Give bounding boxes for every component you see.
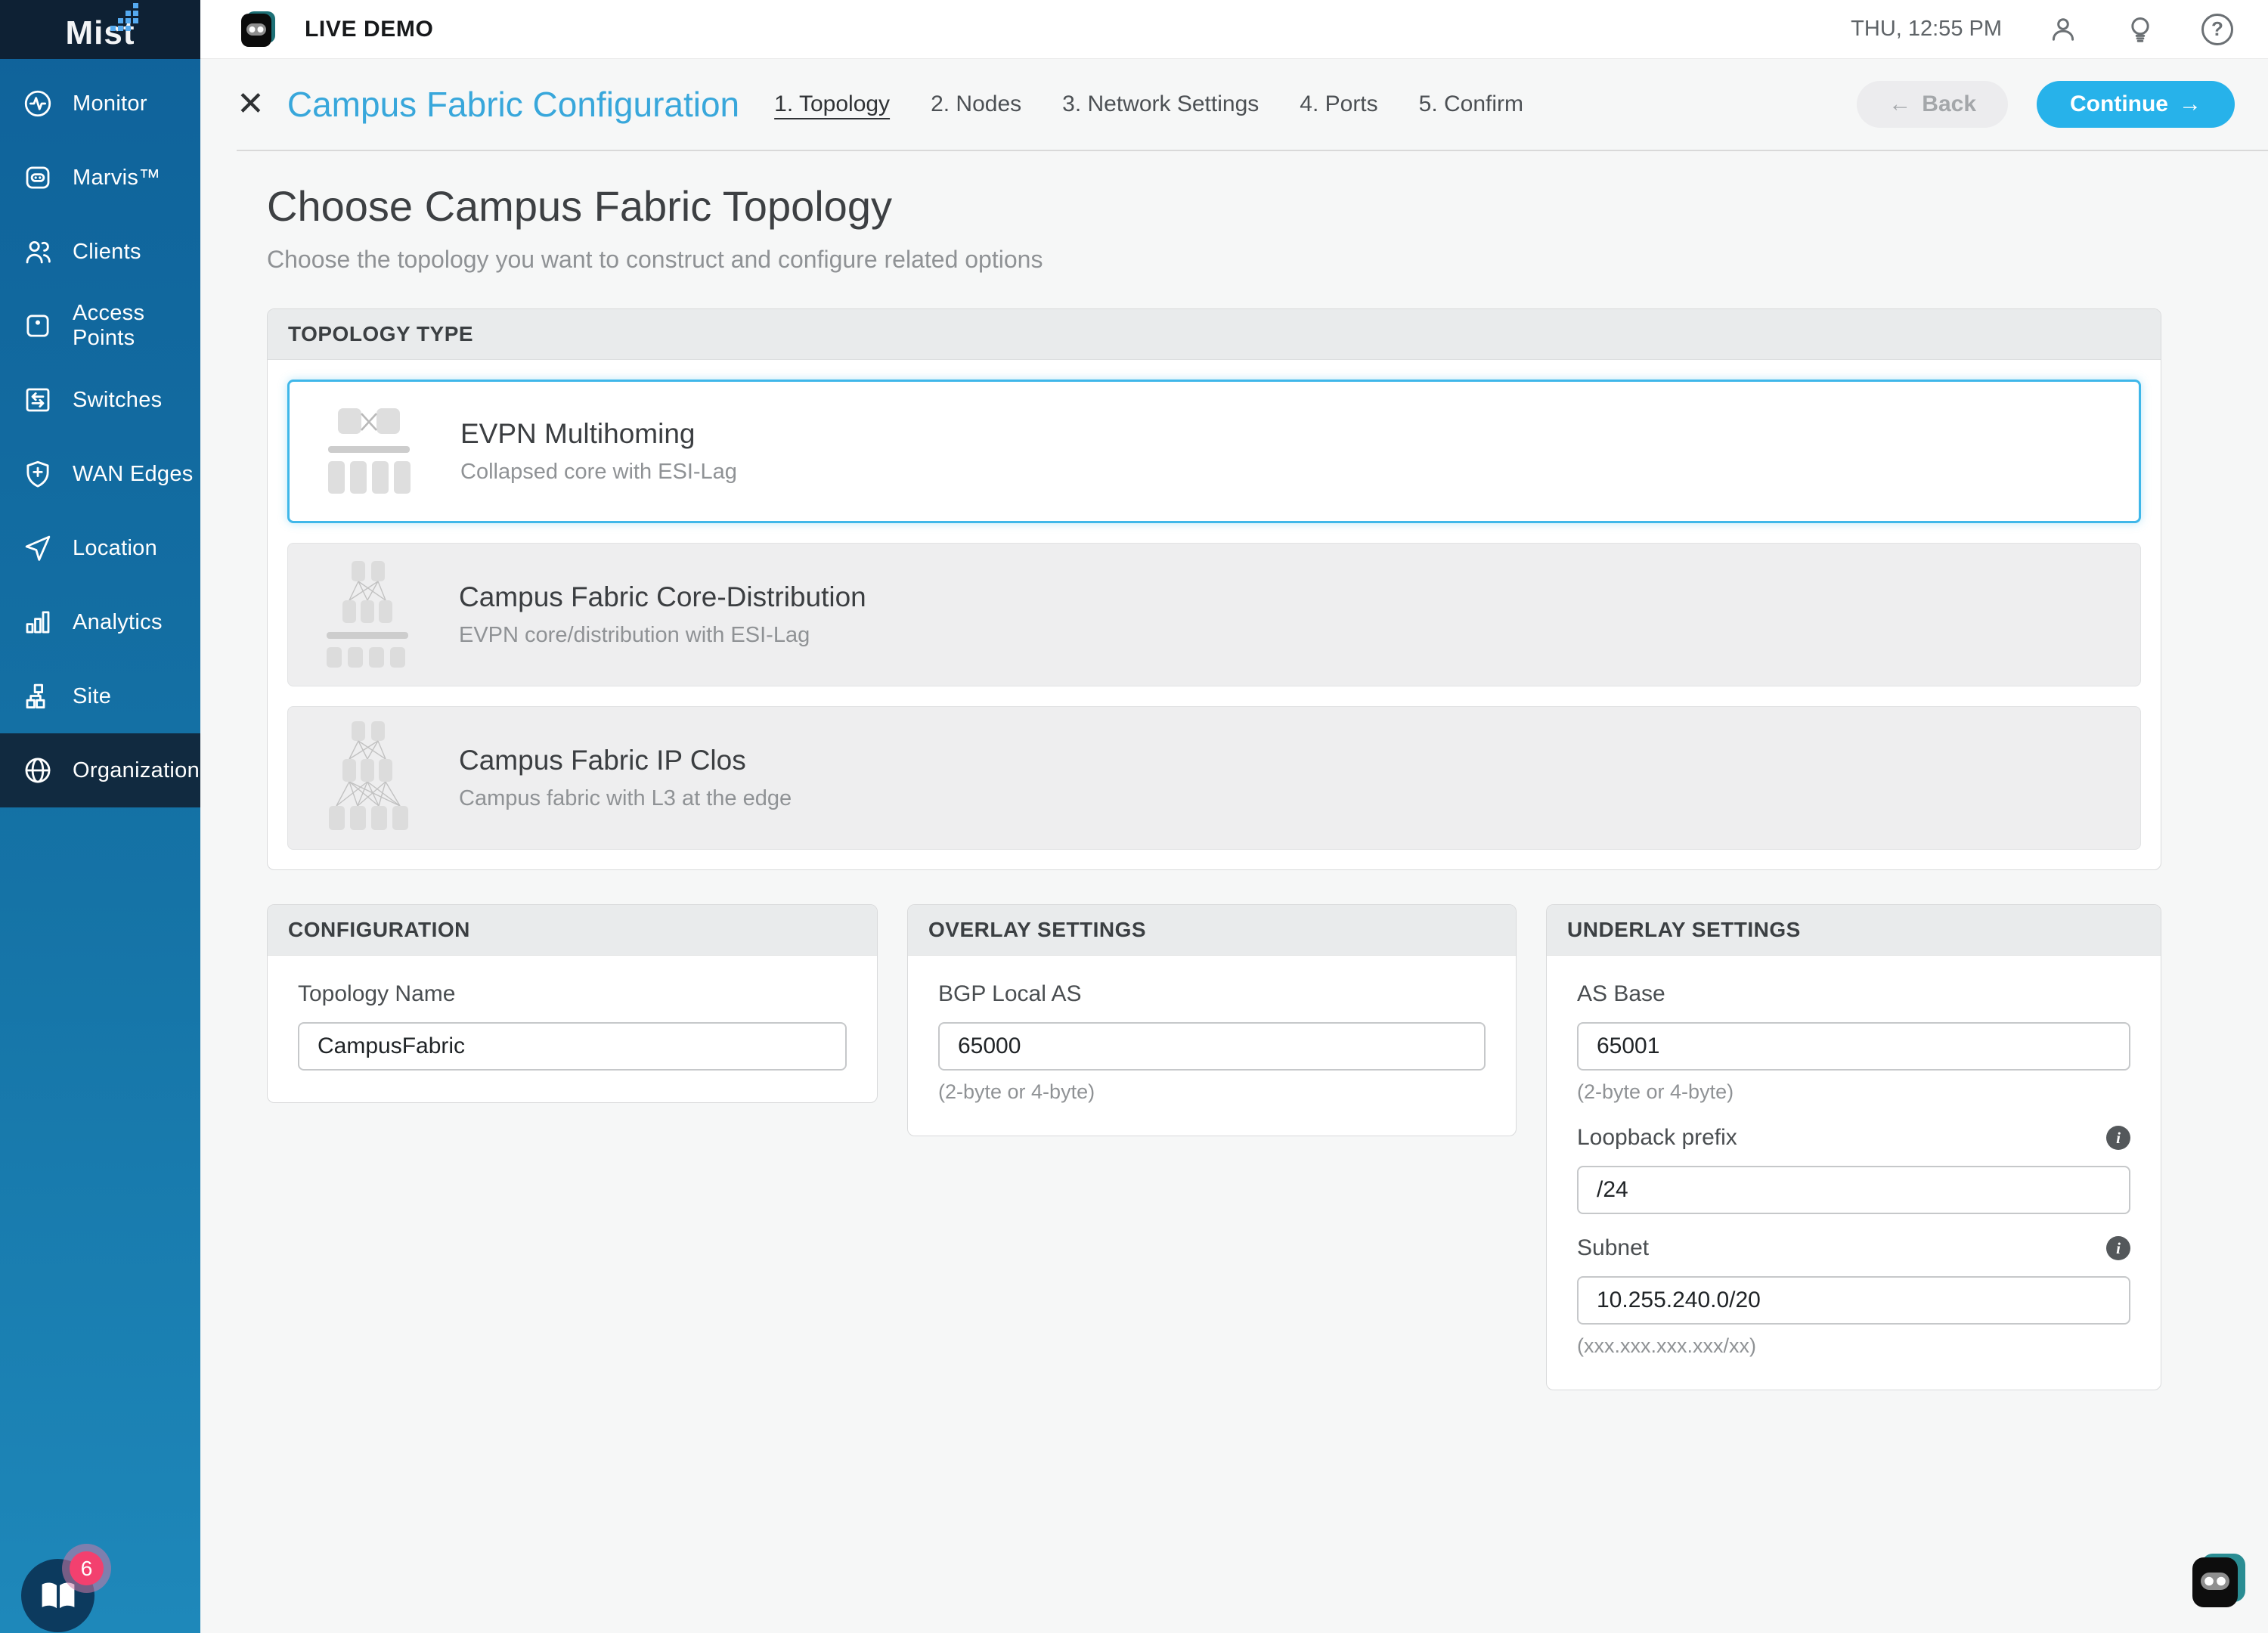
sidebar-item-analytics[interactable]: Analytics	[0, 585, 200, 659]
close-icon[interactable]: ✕	[237, 88, 265, 121]
loopback-prefix-input[interactable]	[1577, 1166, 2130, 1214]
notification-badge: 6	[70, 1551, 104, 1585]
clients-icon	[21, 235, 54, 268]
topbar: LIVE DEMO THU, 12:55 PM ?	[200, 0, 2268, 59]
marvis-icon	[21, 161, 54, 194]
settings-panels: CONFIGURATION Topology Name OVERLAY SETT…	[267, 904, 2161, 1390]
step-network-settings[interactable]: 3. Network Settings	[1062, 91, 1259, 117]
mist-logo-pixels-icon	[110, 3, 144, 33]
overlay-settings-header: OVERLAY SETTINGS	[908, 905, 1516, 956]
sidebar-item-monitor[interactable]: Monitor	[0, 67, 200, 141]
core-distribution-icon	[321, 561, 414, 668]
sidebar: Mist Monitor Marvis™ C	[0, 0, 200, 1633]
topology-option-subtitle: Collapsed core with ESI-Lag	[460, 460, 737, 485]
topology-option-core-distribution[interactable]: Campus Fabric Core-Distribution EVPN cor…	[287, 543, 2141, 686]
location-icon	[21, 531, 54, 565]
topology-type-panel: TOPOLOGY TYPE	[267, 308, 2161, 870]
person-icon	[2047, 14, 2079, 45]
mist-logo[interactable]: Mist	[0, 0, 200, 59]
help-button[interactable]: ?	[2201, 14, 2233, 45]
step-topology[interactable]: 1. Topology	[774, 91, 890, 117]
wizard-steps: 1. Topology 2. Nodes 3. Network Settings…	[774, 91, 1523, 117]
topology-option-title: Campus Fabric IP Clos	[459, 745, 792, 776]
underlay-settings-header: UNDERLAY SETTINGS	[1547, 905, 2161, 956]
documentation-fab[interactable]: 6	[21, 1559, 94, 1632]
topology-option-evpn-multihoming[interactable]: EVPN Multihoming Collapsed core with ESI…	[287, 380, 2141, 523]
wizard-content: Choose Campus Fabric Topology Choose the…	[200, 151, 2161, 1390]
lightbulb-icon	[2124, 14, 2156, 45]
loopback-prefix-info-icon[interactable]: i	[2106, 1126, 2130, 1150]
step-confirm[interactable]: 5. Confirm	[1419, 91, 1523, 117]
page-subtitle: Choose the topology you want to construc…	[267, 246, 2161, 274]
subnet-info-icon[interactable]: i	[2106, 1236, 2130, 1260]
help-icon: ?	[2201, 14, 2233, 45]
sidebar-nav: Monitor Marvis™ Clients Access Points Sw…	[0, 59, 200, 807]
clock: THU, 12:55 PM	[1851, 17, 2002, 42]
ip-clos-icon	[321, 721, 414, 835]
organization-icon	[21, 754, 54, 787]
topology-type-header: TOPOLOGY TYPE	[268, 309, 2161, 360]
topology-option-subtitle: EVPN core/distribution with ESI-Lag	[459, 623, 866, 648]
configuration-panel: CONFIGURATION Topology Name	[267, 904, 878, 1103]
continue-button[interactable]: Continue →	[2037, 81, 2235, 128]
bgp-local-as-input[interactable]	[938, 1022, 1486, 1071]
page-title: Choose Campus Fabric Topology	[267, 181, 2161, 231]
marvis-bot-icon	[2192, 1554, 2245, 1610]
continue-arrow-icon: →	[2179, 91, 2201, 117]
marvis-assistant-fab[interactable]	[2192, 1554, 2245, 1613]
topology-option-title: Campus Fabric Core-Distribution	[459, 581, 866, 613]
sidebar-item-location[interactable]: Location	[0, 511, 200, 585]
evpn-multihoming-icon	[323, 408, 415, 494]
wan-edges-icon	[21, 457, 54, 491]
analytics-icon	[21, 606, 54, 639]
subnet-label: Subnet i	[1577, 1235, 2130, 1261]
sidebar-item-marvis[interactable]: Marvis™	[0, 141, 200, 215]
topbar-right: THU, 12:55 PM ?	[1851, 14, 2233, 45]
wizard-header: ✕ Campus Fabric Configuration 1. Topolog…	[237, 59, 2268, 151]
sidebar-item-wan-edges[interactable]: WAN Edges	[0, 437, 200, 511]
as-base-label: AS Base	[1577, 981, 2130, 1007]
configuration-header: CONFIGURATION	[268, 905, 877, 956]
brand-text: LIVE DEMO	[305, 17, 433, 42]
underlay-settings-panel: UNDERLAY SETTINGS AS Base (2-byte or 4-b…	[1546, 904, 2161, 1390]
switches-icon	[21, 383, 54, 417]
subnet-hint: (xxx.xxx.xxx.xxx/xx)	[1577, 1334, 2130, 1358]
sidebar-item-access-points[interactable]: Access Points	[0, 289, 200, 363]
sidebar-item-clients[interactable]: Clients	[0, 215, 200, 289]
access-points-icon	[21, 309, 54, 342]
topology-name-input[interactable]	[298, 1022, 847, 1071]
back-button-label: Back	[1922, 91, 1976, 117]
site-icon	[21, 680, 54, 713]
overlay-settings-panel: OVERLAY SETTINGS BGP Local AS (2-byte or…	[907, 904, 1517, 1136]
main-area: ✕ Campus Fabric Configuration 1. Topolog…	[200, 59, 2268, 1633]
bgp-local-as-label: BGP Local AS	[938, 981, 1486, 1007]
whats-new-button[interactable]	[2124, 14, 2156, 45]
topology-option-title: EVPN Multihoming	[460, 418, 737, 450]
back-arrow-icon: ←	[1888, 91, 1911, 117]
step-nodes[interactable]: 2. Nodes	[931, 91, 1021, 117]
as-base-input[interactable]	[1577, 1022, 2130, 1071]
marvis-bot-icon	[241, 11, 276, 48]
continue-button-label: Continue	[2070, 91, 2168, 117]
subnet-input[interactable]	[1577, 1276, 2130, 1325]
topology-type-body: EVPN Multihoming Collapsed core with ESI…	[268, 360, 2161, 869]
live-demo-brand[interactable]: LIVE DEMO	[241, 11, 433, 48]
sidebar-item-organization[interactable]: Organization	[0, 733, 200, 807]
back-button[interactable]: ← Back	[1857, 81, 2008, 128]
as-base-hint: (2-byte or 4-byte)	[1577, 1080, 2130, 1104]
sidebar-item-switches[interactable]: Switches	[0, 363, 200, 437]
topology-name-label: Topology Name	[298, 981, 847, 1007]
loopback-prefix-label: Loopback prefix i	[1577, 1125, 2130, 1151]
bgp-local-as-hint: (2-byte or 4-byte)	[938, 1080, 1486, 1104]
open-book-icon	[38, 1576, 79, 1616]
topology-option-ip-clos[interactable]: Campus Fabric IP Clos Campus fabric with…	[287, 706, 2141, 850]
step-ports[interactable]: 4. Ports	[1300, 91, 1377, 117]
wizard-title: Campus Fabric Configuration	[287, 84, 739, 125]
monitor-icon	[21, 87, 54, 120]
topology-option-subtitle: Campus fabric with L3 at the edge	[459, 786, 792, 811]
account-button[interactable]	[2047, 14, 2079, 45]
sidebar-item-site[interactable]: Site	[0, 659, 200, 733]
